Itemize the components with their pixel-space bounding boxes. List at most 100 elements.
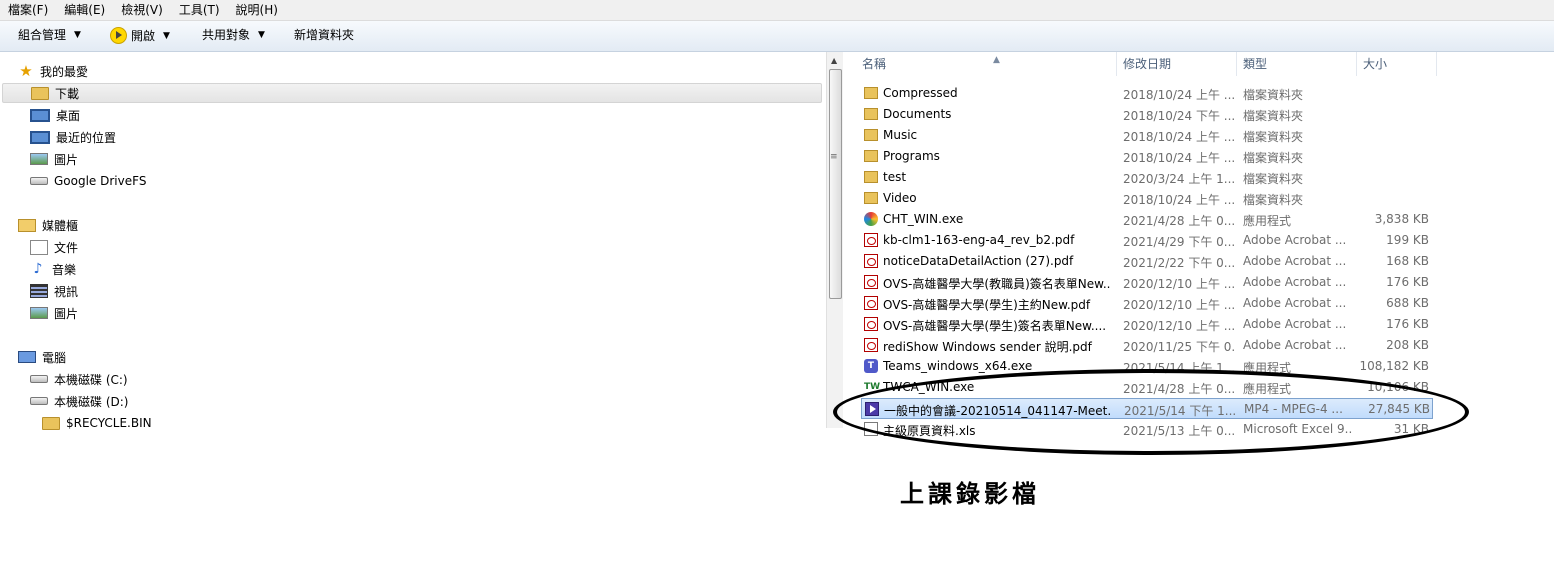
file-name: 一般中的會議-20210514_041147-Meet...: [884, 404, 1112, 418]
twca-icon: TW: [864, 382, 881, 392]
file-row[interactable]: OVS-高雄醫學大學(學生)主約New.pdf 2020/12/10 上午 ...…: [861, 293, 1433, 314]
nav-item-recent-places[interactable]: 最近的位置: [30, 127, 116, 147]
share-button[interactable]: 共用對象 ▼: [202, 27, 265, 43]
file-date: 2018/10/24 上午 ...: [1123, 88, 1235, 102]
scrollbar-thumb[interactable]: [829, 69, 842, 299]
nav-item-label: 本機磁碟 (C:): [54, 372, 128, 387]
nav-item-google-drive[interactable]: Google DriveFS: [30, 171, 146, 191]
file-row[interactable]: Programs 2018/10/24 上午 ... 檔案資料夾: [861, 146, 1433, 167]
file-date: 2021/5/14 下午 1...: [1124, 404, 1236, 418]
libraries-icon: [18, 218, 36, 232]
menu-file[interactable]: 檔案(F): [0, 0, 56, 18]
file-row[interactable]: OVS-高雄醫學大學(學生)簽名表單New.... 2020/12/10 上午 .…: [861, 314, 1433, 335]
nav-item-label: 最近的位置: [56, 130, 117, 145]
file-type: MP4 - MPEG-4 ...: [1244, 402, 1343, 416]
file-date: 2020/3/24 上午 1...: [1123, 172, 1235, 186]
nav-item-videos[interactable]: 視訊: [30, 281, 78, 301]
nav-libraries[interactable]: 媒體櫃: [18, 215, 78, 235]
nav-item-label: Google DriveFS: [54, 174, 147, 188]
chevron-down-icon: ▼: [74, 30, 81, 40]
menu-view[interactable]: 檢視(V): [113, 0, 171, 18]
file-row[interactable]: CHT_WIN.exe 2021/4/28 上午 0... 應用程式 3,838 KB: [861, 209, 1433, 230]
file-date: 2021/4/29 下午 0...: [1123, 235, 1235, 249]
file-row[interactable]: noticeDataDetailAction (27).pdf 2021/2/22…: [861, 251, 1433, 272]
file-row[interactable]: 一般中的會議-20210514_041147-Meet... 2021/5/14 …: [861, 398, 1433, 419]
file-size: 176 KB: [1386, 317, 1429, 331]
menu-help[interactable]: 說明(H): [228, 0, 286, 18]
nav-item-label: 桌面: [56, 108, 81, 123]
column-header-name[interactable]: 名稱 ▲: [856, 52, 1117, 76]
nav-item-pictures-library[interactable]: 圖片: [30, 303, 78, 323]
column-header-size[interactable]: 大小: [1357, 52, 1437, 76]
nav-item-drive-c[interactable]: 本機磁碟 (C:): [30, 369, 128, 389]
cht-app-icon: [864, 212, 878, 226]
nav-item-recycle-bin-folder[interactable]: $RECYCLE.BIN: [42, 413, 152, 433]
open-button[interactable]: 開啟 ▼: [110, 27, 170, 44]
music-icon: ♪: [33, 261, 43, 277]
nav-item-drive-d[interactable]: 本機磁碟 (D:): [30, 391, 128, 411]
file-row[interactable]: kb-clm1-163-eng-a4_rev_b2.pdf 2021/4/29 下…: [861, 230, 1433, 251]
pictures-icon: [30, 153, 48, 165]
menu-tools[interactable]: 工具(T): [171, 0, 228, 18]
file-type: 檔案資料夾: [1243, 172, 1304, 186]
file-size: 199 KB: [1386, 233, 1429, 247]
windows-drive-icon: [30, 375, 48, 383]
column-header-date[interactable]: 修改日期: [1117, 52, 1237, 76]
file-type: 應用程式: [1243, 382, 1292, 396]
file-name: noticeDataDetailAction (27).pdf: [883, 254, 1074, 268]
file-size: 176 KB: [1386, 275, 1429, 289]
file-size: 3,838 KB: [1374, 212, 1429, 226]
organize-label: 組合管理: [18, 28, 67, 42]
column-header-type[interactable]: 類型: [1237, 52, 1357, 76]
file-row[interactable]: Video 2018/10/24 上午 ... 檔案資料夾: [861, 188, 1433, 209]
file-row[interactable]: T Teams_windows_x64.exe 2021/5/14 上午 1... 應…: [861, 356, 1433, 377]
column-date-label: 修改日期: [1123, 57, 1172, 71]
nav-favorites-label: 我的最愛: [40, 64, 89, 79]
file-row[interactable]: test 2020/3/24 上午 1... 檔案資料夾: [861, 167, 1433, 188]
file-date: 2018/10/24 上午 ...: [1123, 193, 1235, 207]
nav-item-documents[interactable]: 文件: [30, 237, 78, 257]
nav-computer[interactable]: 電腦: [18, 347, 66, 367]
nav-libraries-label: 媒體櫃: [42, 218, 79, 233]
scroll-up-arrow-icon[interactable]: ▲: [831, 56, 837, 65]
chevron-down-icon: ▼: [258, 30, 265, 40]
excel-icon: [864, 422, 878, 436]
file-row[interactable]: Music 2018/10/24 上午 ... 檔案資料夾: [861, 125, 1433, 146]
nav-scrollbar[interactable]: ▲ ≡: [826, 52, 843, 428]
file-type: 檔案資料夾: [1243, 151, 1304, 165]
file-type: Adobe Acrobat ...: [1243, 317, 1347, 331]
file-row[interactable]: rediShow Windows sender 說明.pdf 2020/11/25…: [861, 335, 1433, 356]
file-row[interactable]: 主級原頁資料.xls 2021/5/13 上午 0... Microsoft Exc…: [861, 419, 1433, 440]
menu-edit[interactable]: 編輯(E): [56, 0, 113, 18]
file-row[interactable]: Documents 2018/10/24 下午 ... 檔案資料夾: [861, 104, 1433, 125]
drive-icon: [30, 177, 48, 185]
file-date: 2021/5/13 上午 0...: [1123, 424, 1235, 438]
annotation-label: 上課錄影檔: [900, 479, 1040, 508]
nav-item-label: $RECYCLE.BIN: [66, 416, 152, 430]
file-row[interactable]: TW TWCA_WIN.exe 2021/4/28 上午 0... 應用程式 10,10…: [861, 377, 1433, 398]
file-date: 2021/4/28 上午 0...: [1123, 382, 1235, 396]
sort-ascending-icon: ▲: [993, 55, 1000, 65]
nav-favorites[interactable]: ★ 我的最愛: [18, 61, 88, 81]
file-date: 2021/2/22 下午 0...: [1123, 256, 1235, 270]
file-type: Adobe Acrobat ...: [1243, 233, 1347, 247]
nav-item-music[interactable]: ♪ 音樂: [30, 259, 76, 279]
file-row[interactable]: OVS-高雄醫學大學(教職員)簽名表單New... 2020/12/10 上午 .…: [861, 272, 1433, 293]
nav-item-desktop[interactable]: 桌面: [30, 105, 80, 125]
menu-bar: 檔案(F) 編輯(E) 檢視(V) 工具(T) 說明(H): [0, 0, 1554, 21]
file-type: 檔案資料夾: [1243, 88, 1304, 102]
chevron-down-icon: ▼: [163, 30, 170, 41]
file-name: CHT_WIN.exe: [883, 212, 964, 226]
file-date: 2018/10/24 上午 ...: [1123, 130, 1235, 144]
file-size: 27,845 KB: [1368, 402, 1430, 416]
nav-item-downloads[interactable]: 下載: [2, 83, 822, 103]
pictures-icon: [30, 307, 48, 319]
file-name: 主級原頁資料.xls: [883, 424, 976, 438]
new-folder-button[interactable]: 新增資料夾: [294, 27, 354, 43]
file-row[interactable]: Compressed 2018/10/24 上午 ... 檔案資料夾: [861, 83, 1433, 104]
organize-button[interactable]: 組合管理 ▼: [18, 27, 81, 43]
drive-icon: [30, 397, 48, 405]
navigation-pane: ★ 我的最愛 下載 桌面 最近的位置 圖片 Google DriveFS 媒體櫃…: [0, 52, 826, 430]
nav-item-label: 文件: [54, 240, 79, 255]
nav-item-pictures-favorite[interactable]: 圖片: [30, 149, 78, 169]
